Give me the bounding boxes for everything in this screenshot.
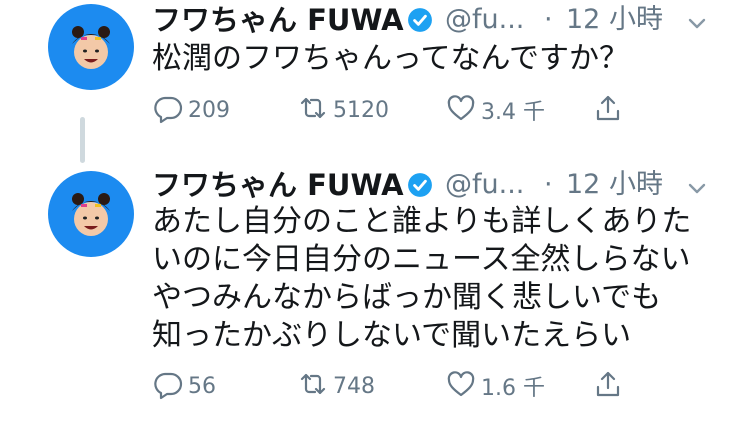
like-count: 1.6 千 xyxy=(481,376,545,401)
author-handle[interactable]: @fu... xyxy=(445,0,524,40)
share-icon xyxy=(592,368,624,404)
separator-dot: · xyxy=(544,169,553,200)
like-button[interactable]: 3.4 千 xyxy=(445,90,545,130)
retweet-button[interactable]: 5120 xyxy=(297,90,389,130)
tweet-text-line: 知ったかぶりしないで聞いたえらい xyxy=(152,318,632,353)
reply-icon xyxy=(152,368,184,404)
chevron-down-icon[interactable] xyxy=(686,9,708,31)
author-handle[interactable]: @fu... xyxy=(445,165,524,205)
reply-button[interactable]: 209 xyxy=(152,90,230,130)
separator-dot: · xyxy=(544,4,553,35)
share-icon xyxy=(592,92,624,128)
share-button[interactable] xyxy=(592,366,624,406)
reply-icon xyxy=(152,92,184,128)
avatar[interactable] xyxy=(48,4,134,90)
author-name[interactable]: フワちゃん FUWA xyxy=(152,0,404,40)
tweet-text: 松潤のフワちゃんってなんですか？ xyxy=(152,40,732,78)
tweet-actions: 56 748 1.6 千 xyxy=(152,366,652,406)
tweet-text: あたし自分のこと誰よりも詳しくありた いのに今日自分のニュース全然しらない やつ… xyxy=(152,203,732,355)
tweet-text-line: 松潤のフワちゃんってなんですか？ xyxy=(152,41,629,76)
tweet-actions: 209 5120 3.4 千 xyxy=(152,90,652,130)
share-button[interactable] xyxy=(592,90,624,130)
timestamp[interactable]: 12 小時 xyxy=(566,165,663,205)
tweet[interactable]: フワちゃん FUWA @fu... · 12 小時 あたし自分のこと誰よりも詳し… xyxy=(0,160,750,426)
tweet[interactable]: フワちゃん FUWA @fu... · 12 小時 松潤のフワちゃんってなんです… xyxy=(0,0,750,163)
thread-connector xyxy=(80,117,85,163)
retweet-icon xyxy=(297,92,329,128)
retweet-icon xyxy=(297,368,329,404)
reply-button[interactable]: 56 xyxy=(152,366,216,406)
verified-badge-icon xyxy=(407,7,433,33)
like-count: 3.4 千 xyxy=(481,100,545,125)
like-icon xyxy=(445,368,477,404)
verified-badge-icon xyxy=(407,172,433,198)
like-icon xyxy=(445,92,477,128)
avatar[interactable] xyxy=(48,171,134,257)
reply-count: 209 xyxy=(188,97,230,123)
author-name[interactable]: フワちゃん FUWA xyxy=(152,165,404,205)
reply-count: 56 xyxy=(188,373,216,399)
tweet-text-line: あたし自分のこと誰よりも詳しくありた xyxy=(152,204,692,239)
tweet-text-line: いのに今日自分のニュース全然しらない xyxy=(152,242,691,277)
retweet-count: 748 xyxy=(333,373,375,399)
tweet-text-line: やつみんなからばっか聞く悲しいでも xyxy=(152,280,662,315)
like-button[interactable]: 1.6 千 xyxy=(445,366,545,406)
retweet-count: 5120 xyxy=(333,97,389,123)
chevron-down-icon[interactable] xyxy=(686,174,708,196)
retweet-button[interactable]: 748 xyxy=(297,366,375,406)
timestamp[interactable]: 12 小時 xyxy=(566,0,663,40)
